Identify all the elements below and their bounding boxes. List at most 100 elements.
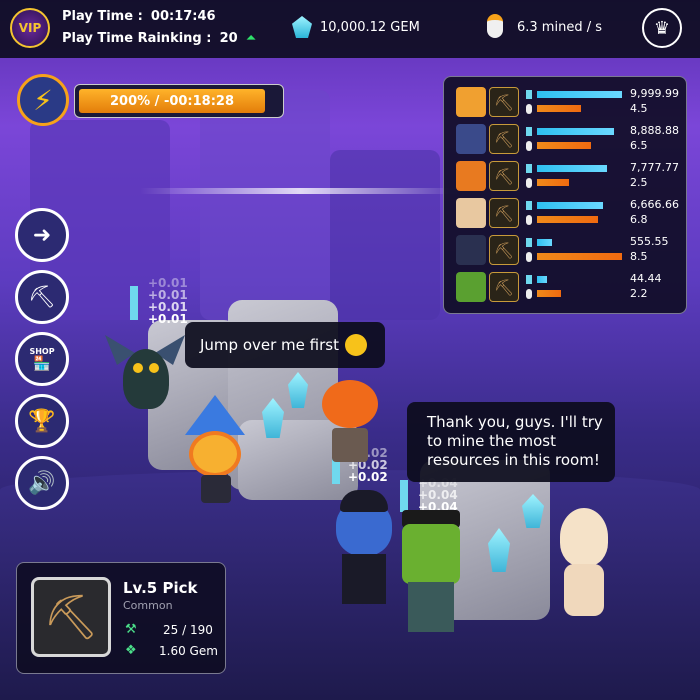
boost-label: 200% / -00:18:28 [109, 93, 235, 109]
exit-icon: ➜ [32, 222, 52, 248]
gem-mini-icon [526, 275, 532, 284]
leaderboard-row: ⛏ 6,666.66 6.8 [444, 198, 688, 230]
rate-bar [537, 142, 592, 149]
leaderboard-panel: ⛏ 9,999.99 4.5 ⛏ 8,888.88 6.5 ⛏ 7,777.77 2.5 ⛏ 6,6… [443, 76, 687, 314]
float-number: +0.02 [348, 470, 388, 484]
boost-fill: 200% / -00:18:28 [79, 89, 265, 113]
play-time-label: Play Time : [62, 9, 143, 24]
crystal-mini-icon [400, 480, 408, 512]
light-beam [140, 188, 460, 194]
bubble-text: Thank you, guys. I'll try to mine the mo… [427, 413, 603, 469]
score-bar [537, 91, 622, 98]
bg-rock [330, 150, 440, 320]
frankenstein-character[interactable] [398, 510, 464, 640]
player-avatar-vampire [456, 235, 486, 265]
pickaxe-button[interactable]: ⛏ [15, 270, 69, 324]
rate-bar [537, 179, 570, 186]
mouse-mini-icon [526, 178, 532, 188]
speaker-icon: 🔊 [28, 470, 56, 496]
player-score: 44.44 [630, 272, 662, 285]
gem-mini-icon [526, 238, 532, 247]
rank-up-icon: ⏶ [245, 31, 257, 46]
shop-button[interactable]: SHOP 🏪 [15, 332, 69, 386]
player-score: 9,999.99 [630, 87, 679, 100]
gem-mini-icon [526, 201, 532, 210]
exit-button[interactable]: ➜ [15, 208, 69, 262]
vip-label: VIP [18, 21, 42, 35]
shop-icon: 🏪 [33, 355, 51, 372]
rate-bar [537, 290, 561, 297]
smile-icon [345, 334, 367, 356]
float-number: +0.01 [148, 288, 188, 302]
pickaxe-icon: ⛏ [489, 124, 519, 154]
trophy-icon: 🏆 [28, 408, 56, 434]
player-avatar-mummy [456, 198, 486, 228]
pick-durability: 25 / 190 [163, 623, 213, 637]
pickaxe-icon: ⛏ [43, 592, 99, 643]
gem-icon [292, 16, 312, 38]
mouse-mini-icon [526, 141, 532, 151]
pickaxe-icon: ⛏ [28, 284, 56, 310]
rate-bar [537, 216, 599, 223]
player-rate: 2.5 [630, 176, 648, 189]
player-avatar-bat [456, 124, 486, 154]
score-bar [537, 239, 553, 246]
player-rate: 4.5 [630, 102, 648, 115]
gem-value: 10,000.12 GEM [320, 20, 420, 35]
play-time-value: 00:17:46 [150, 9, 216, 24]
mouse-mini-icon [526, 289, 532, 299]
bg-rock [200, 90, 330, 320]
game-stage: VIP Play Time : 00:17:46 Play Time Raink… [0, 0, 700, 700]
crystal-mini-icon [130, 286, 138, 320]
float-number: +0.01 [148, 276, 188, 290]
float-number: +0.01 [148, 312, 188, 326]
mouse-mini-icon [526, 252, 532, 262]
mouse-mini-icon [526, 104, 532, 114]
score-bar [537, 202, 604, 209]
pickaxe-icon: ⛏ [489, 272, 519, 302]
bubble-text: Jump over me first [200, 336, 339, 354]
vip-badge[interactable]: VIP [10, 8, 50, 48]
mined-rate: 6.3 mined / s [517, 20, 602, 35]
trophy-button[interactable]: 🏆 [15, 394, 69, 448]
mummy-character[interactable] [548, 508, 618, 618]
pickaxe-icon: ⛏ [489, 235, 519, 265]
player-avatar-witch [456, 87, 486, 117]
leaderboard-row: ⛏ 7,777.77 2.5 [444, 161, 688, 193]
speech-bubble-thanks: Thank you, guys. I'll try to mine the mo… [407, 402, 615, 482]
player-score: 7,777.77 [630, 161, 679, 174]
crown-icon: ♛ [653, 17, 671, 39]
pick-image: ⛏ [31, 577, 111, 657]
ranking-value: 20 [219, 31, 238, 46]
pick-rarity: Common [123, 599, 173, 612]
pumpkin-character[interactable] [318, 370, 382, 470]
gem-mini-icon [526, 127, 532, 136]
score-bar [537, 165, 607, 172]
float-number: +0.04 [418, 488, 458, 502]
score-bar [537, 276, 548, 283]
player-avatar-frankenstein [456, 272, 486, 302]
boost-button[interactable]: ⚡ [17, 74, 69, 126]
pickaxe-icon: ⛏ [489, 161, 519, 191]
rate-bar [537, 105, 582, 112]
witch-character[interactable] [175, 395, 255, 505]
gem-mini-icon [526, 164, 532, 173]
speech-bubble-jump: Jump over me first [185, 322, 385, 368]
crown-button[interactable]: ♛ [642, 8, 682, 48]
player-score: 555.55 [630, 235, 669, 248]
leaderboard-row: ⛏ 555.55 8.5 [444, 235, 688, 267]
bat-character[interactable] [105, 335, 185, 410]
player-rate: 2.2 [630, 287, 648, 300]
pickaxe-icon: ⛏ [489, 198, 519, 228]
leaderboard-row: ⛏ 9,999.99 4.5 [444, 87, 688, 119]
player-avatar-pumpkin [456, 161, 486, 191]
vampire-character[interactable] [330, 490, 400, 610]
shop-label: SHOP [29, 346, 55, 356]
float-number: +0.01 [148, 300, 188, 314]
boost-bar: 200% / -00:18:28 [74, 84, 284, 118]
sound-button[interactable]: 🔊 [15, 456, 69, 510]
player-score: 8,888.88 [630, 124, 679, 137]
gem-small-icon: ❖ [125, 643, 137, 658]
rate-bar [537, 253, 622, 260]
pick-panel[interactable]: ⛏ Lv.5 Pick Common ⚒ 25 / 190 ❖ 1.60 Gem [16, 562, 226, 674]
